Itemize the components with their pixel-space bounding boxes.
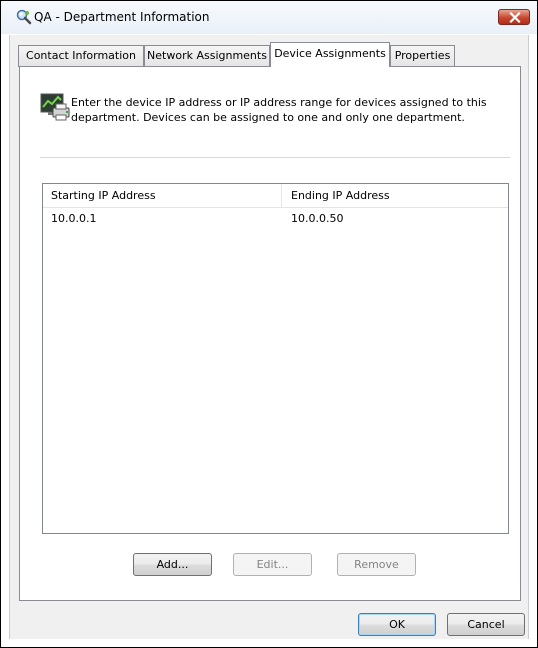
search-magnifier-icon (16, 9, 32, 25)
ending-ip-cell: 10.0.0.50 (291, 212, 344, 225)
tab-label: Properties (394, 49, 451, 62)
window-title: QA - Department Information (34, 10, 210, 24)
close-icon (509, 12, 521, 23)
close-button[interactable] (498, 9, 530, 25)
divider (40, 157, 510, 158)
tab-label: Device Assignments (274, 47, 386, 60)
starting-ip-cell: 10.0.0.1 (51, 212, 97, 225)
column-header-ending-ip[interactable]: Ending IP Address (283, 184, 508, 208)
tab-device-assignments[interactable]: Device Assignments (270, 42, 390, 67)
column-header-starting-ip[interactable]: Starting IP Address (43, 184, 282, 208)
device-assignments-panel: Enter the device IP address or IP addres… (19, 66, 521, 601)
ok-button[interactable]: OK (358, 613, 436, 636)
edit-button[interactable]: Edit... (233, 553, 312, 576)
remove-button[interactable]: Remove (337, 553, 416, 576)
device-monitor-icon (39, 91, 73, 125)
title-bar[interactable]: QA - Department Information (1, 1, 537, 34)
add-button[interactable]: Add... (133, 553, 212, 576)
department-information-dialog: QA - Department Information Contact Info… (0, 0, 538, 648)
tab-network-assignments[interactable]: Network Assignments (144, 45, 270, 67)
ip-address-list[interactable]: Starting IP Address Ending IP Address 10… (42, 183, 509, 534)
table-row[interactable]: 10.0.0.1 10.0.0.50 (43, 209, 508, 228)
instructions-text: Enter the device IP address or IP addres… (71, 96, 487, 124)
tab-properties[interactable]: Properties (390, 45, 455, 67)
cancel-button[interactable]: Cancel (447, 613, 525, 636)
tab-label: Network Assignments (147, 49, 267, 62)
tab-label: Contact Information (26, 49, 136, 62)
list-header: Starting IP Address Ending IP Address (43, 184, 508, 208)
tab-contact-information[interactable]: Contact Information (18, 45, 144, 67)
